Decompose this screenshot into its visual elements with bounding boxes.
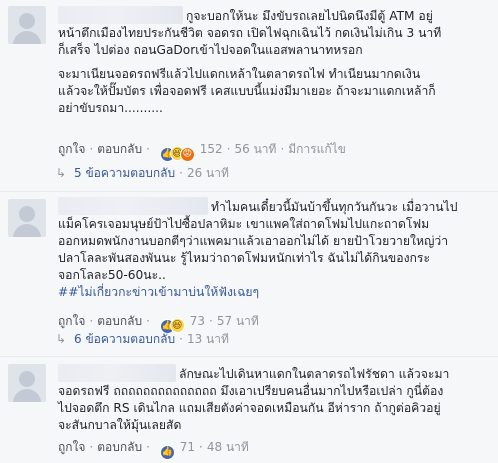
separator-dot: · (226, 142, 231, 156)
avatar[interactable] (8, 364, 46, 402)
comment-line: ก็เสร็จ ไปต่อง ถอนGaDorเข้าไปจอดในแอสพลา… (58, 43, 363, 57)
comments-panel: กูจะบอกให้นะ มึงขับรถเลยไปนิดนึงมีตู้ AT… (0, 0, 498, 463)
comment-line: หน้าตึกเมืองไทยประกันชีวิต จอดรถ เปิดไฟฉ… (58, 26, 442, 40)
view-replies-2[interactable]: ↳ 6 ข้อความตอบกลับ · 13 นาที (56, 330, 229, 348)
separator-dot: · (179, 166, 183, 180)
reply-arrow-icon: ↳ (56, 332, 67, 346)
hashtag-link[interactable]: ##ไม่เกี่ยวกะข่าวเข้ามาบ่นให้ฟังเฉยๆ (58, 284, 490, 301)
comment-actions: ถูกใจ · ตอบกลับ · 👍😆 73 · 57 นาที (58, 312, 259, 334)
comment-line: ปลาโลละพันสองพันนะ รู้ไหมว่าถาดโฟมหนักเท… (58, 251, 431, 265)
comment-line: แม็คโครเจอมนุษย์ป้าไปซื้อปลาหิมะ เขาแพคใ… (58, 217, 430, 231)
commenter-name-blurred[interactable] (58, 197, 208, 215)
comment-3: ลักษณะไปเดินหาแดกในตลาดรถไฟรัชดา แล้วจะม… (0, 360, 498, 463)
replies-time: 26 นาที (186, 166, 229, 180)
comment-line: ทำไมคนเดี๋ยวนี้มันบ้าขึ้นทุกวันกันวะ เมื… (58, 197, 490, 216)
separator-dot: · (146, 440, 150, 454)
comment-text: กูจะบอกให้นะ มึงขับรถเลยไปนิดนึงมีตู้ AT… (58, 6, 490, 117)
comment-line: ไปจอดตึก RS เดินไกล แถมเสียตังค่าจอดเหมื… (58, 401, 441, 415)
view-replies-1[interactable]: ↳ 5 ข้อความตอบกลับ · 26 นาที (56, 164, 229, 182)
comment-line: จะสันกบาลให้มุ้นเลยสัด (58, 418, 182, 432)
comment-line: จอดรถฟรี ถถถถถถถถถถถถถถ มึงเอาเปรียบคนอื… (58, 384, 444, 398)
avatar-body (13, 389, 41, 402)
comment-1: กูจะบอกให้นะ มึงขับรถเลยไปนิดนึงมีตู้ AT… (0, 0, 498, 162)
separator-dot: · (280, 142, 285, 156)
reaction-icons[interactable]: 👍 (159, 441, 175, 460)
comment-line-text: ลักษณะไปเดินหาแดกในตลาดรถไฟรัชดา แล้วจะม… (179, 367, 450, 381)
separator-dot: · (89, 440, 94, 454)
comment-text: ลักษณะไปเดินหาแดกในตลาดรถไฟรัชดา แล้วจะม… (58, 364, 490, 434)
reaction-count[interactable]: 73 (190, 314, 205, 328)
separator-dot: · (89, 142, 94, 156)
replies-time: 13 นาที (186, 332, 229, 346)
replies-count-label[interactable]: 6 ข้อความตอบกลับ (74, 332, 175, 346)
avatar[interactable] (8, 6, 46, 44)
comment-line: จอกโลละ50-60นะ.. (58, 268, 166, 282)
avatar-body (13, 224, 41, 237)
comment-time[interactable]: 57 นาที (217, 314, 259, 328)
separator-dot: · (179, 332, 183, 346)
separator-dot: · (89, 314, 94, 328)
comment-2: ทำไมคนเดี๋ยวนี้มันบ้าขึ้นทุกวันกันวะ เมื… (0, 195, 498, 334)
like-reaction-icon: 👍 (159, 445, 175, 460)
avatar-head (19, 206, 35, 222)
reaction-count[interactable]: 152 (200, 142, 223, 156)
comment-divider (0, 191, 498, 192)
avatar[interactable] (8, 199, 46, 237)
avatar-body (13, 31, 41, 44)
reply-link[interactable]: ตอบกลับ (97, 440, 142, 454)
separator-dot: · (146, 314, 150, 328)
comment-line: ลักษณะไปเดินหาแดกในตลาดรถไฟรัชดา แล้วจะม… (58, 364, 490, 383)
angry-reaction-icon: 😡 (179, 147, 195, 162)
reply-arrow-icon: ↳ (56, 166, 67, 180)
comment-line: จะมาเนียนจอดรถฟรีแล้วไปแดกเหล้าในตลาดรถไ… (58, 67, 421, 81)
like-link[interactable]: ถูกใจ (58, 314, 85, 328)
edited-label[interactable]: มีการแก้ไข (288, 142, 346, 156)
comment-actions: ถูกใจ · ตอบกลับ · 👍 71 · 48 นาที (58, 438, 249, 460)
like-link[interactable]: ถูกใจ (58, 440, 85, 454)
reaction-count[interactable]: 71 (180, 440, 195, 454)
commenter-name-blurred[interactable] (58, 364, 176, 382)
comment-line: แล้วจะให้ปั๊มบัตร เพื่อจอดฟรี เคสแบบนี้แ… (58, 84, 436, 98)
reaction-icons[interactable]: 👍😆😡 (159, 143, 195, 162)
commenter-name-blurred[interactable] (58, 6, 183, 24)
comment-divider (0, 356, 498, 357)
comment-time[interactable]: 48 นาที (207, 440, 249, 454)
separator-dot: · (209, 314, 213, 328)
separator-dot: · (146, 142, 150, 156)
comment-line: อย่าขับรถมา.......... (58, 101, 163, 115)
reply-link[interactable]: ตอบกลับ (97, 142, 142, 156)
comment-line-text: กูจะบอกให้นะ มึงขับรถเลยไปนิดนึงมีตู้ AT… (186, 9, 433, 23)
comment-text: ทำไมคนเดี๋ยวนี้มันบ้าขึ้นทุกวันกันวะ เมื… (58, 197, 490, 301)
reply-link[interactable]: ตอบกลับ (97, 314, 142, 328)
avatar-head (19, 13, 35, 29)
comment-line-text: ทำไมคนเดี๋ยวนี้มันบ้าขึ้นทุกวันกันวะ เมื… (211, 200, 458, 214)
comment-line: กูจะบอกให้นะ มึงขับรถเลยไปนิดนึงมีตู้ AT… (58, 6, 490, 25)
comment-line: ออกหมดพนักงานบอกตีๆว่าแพคมาแล้วเอาออกไม่… (58, 234, 449, 248)
avatar-head (19, 371, 35, 387)
replies-count-label[interactable]: 5 ข้อความตอบกลับ (74, 166, 175, 180)
like-link[interactable]: ถูกใจ (58, 142, 85, 156)
comment-time[interactable]: 56 นาที (235, 142, 277, 156)
comment-actions: ถูกใจ · ตอบกลับ · 👍😆😡 152 · 56 นาที · มีการแก้ไข (58, 140, 346, 162)
separator-dot: · (199, 440, 203, 454)
